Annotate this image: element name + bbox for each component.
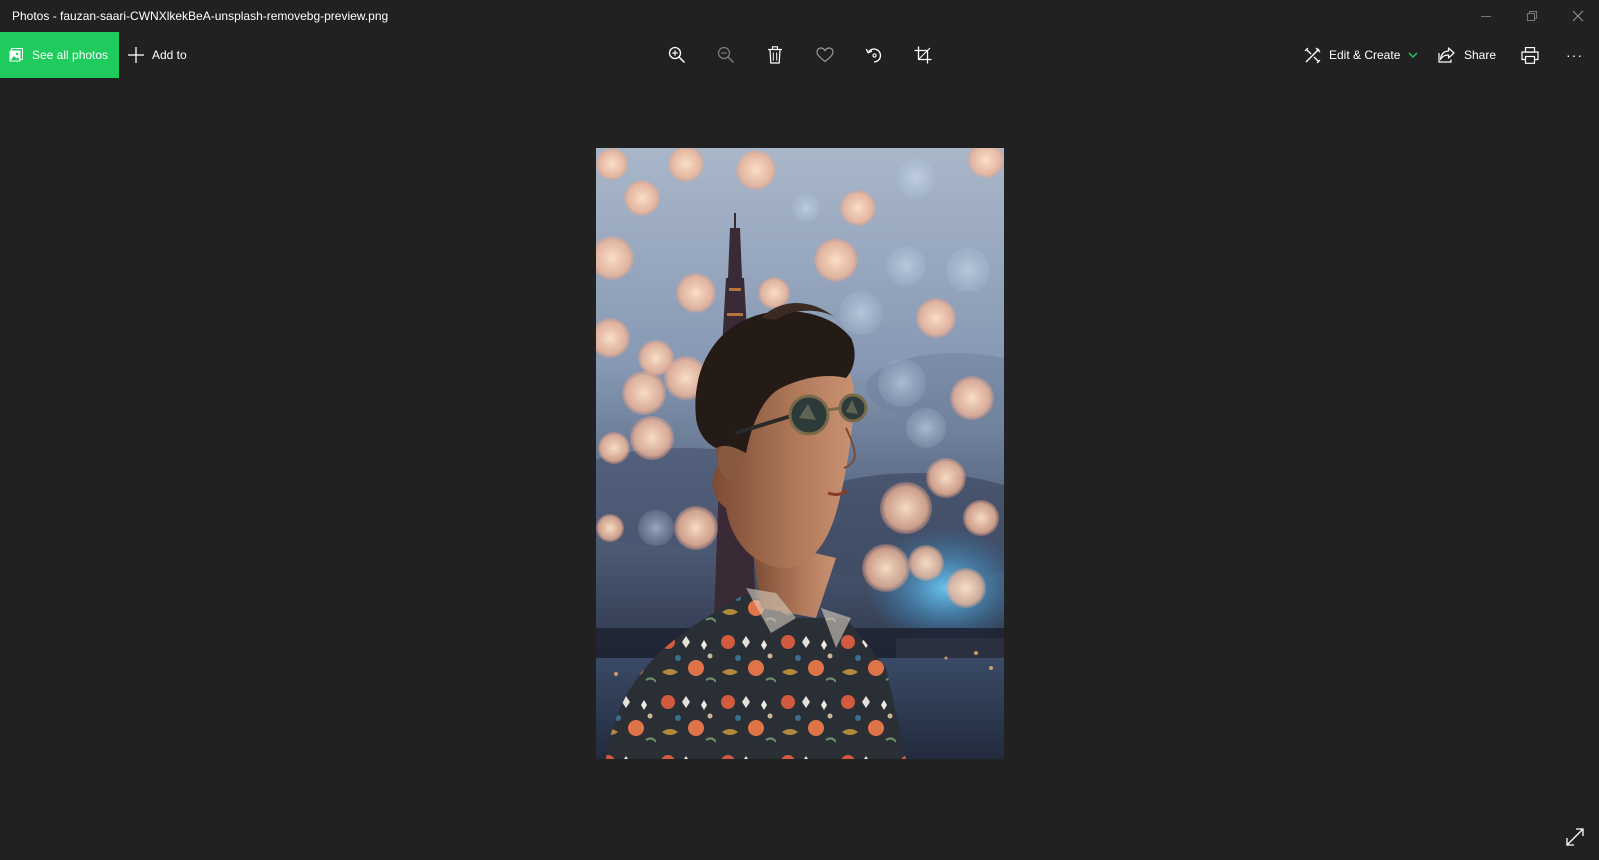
edit-create-icon — [1304, 47, 1321, 63]
photo-display[interactable] — [596, 148, 1004, 759]
title-bar: Photos - fauzan-saari-CWNXlkekBeA-unspla… — [0, 0, 1599, 32]
see-all-photos-button[interactable]: See all photos — [0, 32, 119, 78]
photo-gallery-icon — [9, 48, 23, 62]
window-title: Photos - fauzan-saari-CWNXlkekBeA-unspla… — [12, 9, 389, 23]
more-options-button[interactable]: ··· — [1566, 32, 1583, 78]
photo-image — [596, 148, 1004, 759]
crop-button[interactable] — [903, 32, 943, 78]
zoom-out-icon — [717, 46, 735, 64]
restore-icon — [1527, 11, 1537, 21]
delete-button[interactable] — [755, 32, 795, 78]
close-button[interactable] — [1555, 0, 1599, 32]
toolbar: See all photos Add to Edit & Create Shar… — [0, 32, 1599, 78]
minimize-icon — [1481, 16, 1491, 17]
print-icon — [1521, 46, 1539, 64]
zoom-out-button[interactable] — [706, 32, 746, 78]
more-options-icon: ··· — [1566, 47, 1583, 63]
share-label: Share — [1464, 48, 1497, 62]
see-all-photos-label: See all photos — [32, 48, 109, 62]
share-icon — [1438, 47, 1455, 63]
restore-button[interactable] — [1509, 0, 1555, 32]
print-button[interactable] — [1510, 32, 1550, 78]
plus-icon — [128, 47, 144, 63]
add-to-button[interactable]: Add to — [128, 32, 187, 78]
heart-icon — [816, 47, 834, 63]
zoom-in-icon — [668, 46, 686, 64]
minimize-button[interactable] — [1463, 0, 1509, 32]
chevron-down-icon — [1408, 52, 1418, 59]
edit-create-button[interactable]: Edit & Create — [1304, 32, 1418, 78]
zoom-in-button[interactable] — [657, 32, 697, 78]
crop-icon — [914, 46, 932, 64]
share-button[interactable]: Share — [1438, 32, 1496, 78]
expand-icon — [1566, 828, 1584, 846]
rotate-icon — [865, 48, 882, 63]
edit-create-label: Edit & Create — [1329, 48, 1401, 62]
trash-icon — [768, 46, 782, 64]
rotate-button[interactable] — [854, 32, 894, 78]
close-icon — [1572, 10, 1584, 22]
favorite-button[interactable] — [805, 32, 845, 78]
add-to-label: Add to — [152, 48, 187, 62]
expand-button[interactable] — [1560, 822, 1590, 852]
photos-app-window: Photos - fauzan-saari-CWNXlkekBeA-unspla… — [0, 0, 1599, 860]
